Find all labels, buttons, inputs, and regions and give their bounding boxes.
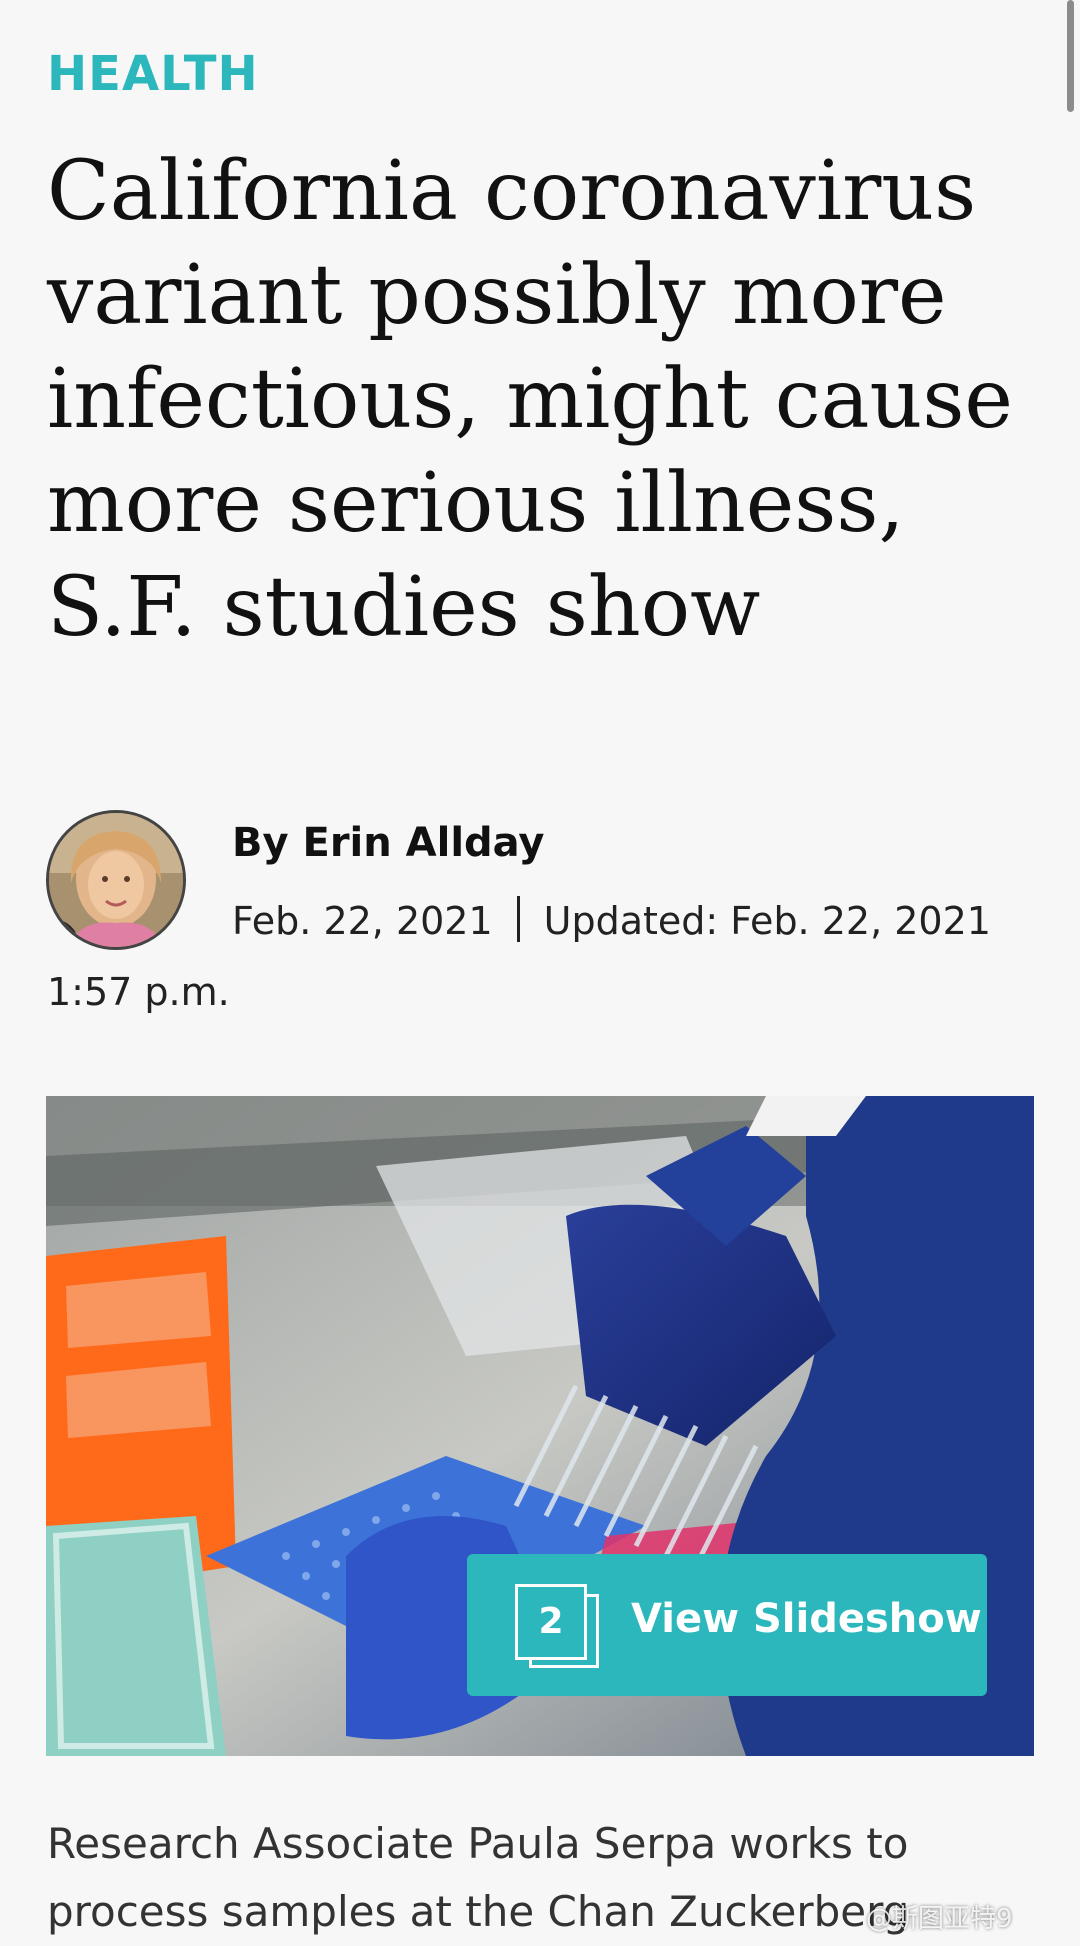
author-byline[interactable]: By Erin Allday — [232, 820, 545, 866]
watermark: @斯图亚特9 — [866, 1904, 1013, 1934]
stacked-photos-icon: 2 — [515, 1584, 601, 1672]
author-avatar[interactable] — [46, 810, 186, 950]
slideshow-count: 2 — [515, 1584, 587, 1660]
updated-time: 1:57 p.m. — [47, 970, 230, 1014]
view-slideshow-button[interactable]: 2 View Slideshow — [467, 1554, 987, 1696]
view-slideshow-label: View Slideshow — [631, 1596, 982, 1642]
published-date: Feb. 22, 2021 — [232, 899, 493, 943]
article-headline: California coronavirus variant possibly … — [47, 144, 1013, 655]
section-label[interactable]: HEALTH — [47, 46, 259, 102]
date-separator — [516, 896, 520, 942]
dateline: Feb. 22, 2021 Updated: Feb. 22, 2021 — [232, 896, 991, 943]
updated-date: Updated: Feb. 22, 2021 — [543, 899, 991, 943]
scrollbar[interactable] — [1067, 0, 1074, 112]
